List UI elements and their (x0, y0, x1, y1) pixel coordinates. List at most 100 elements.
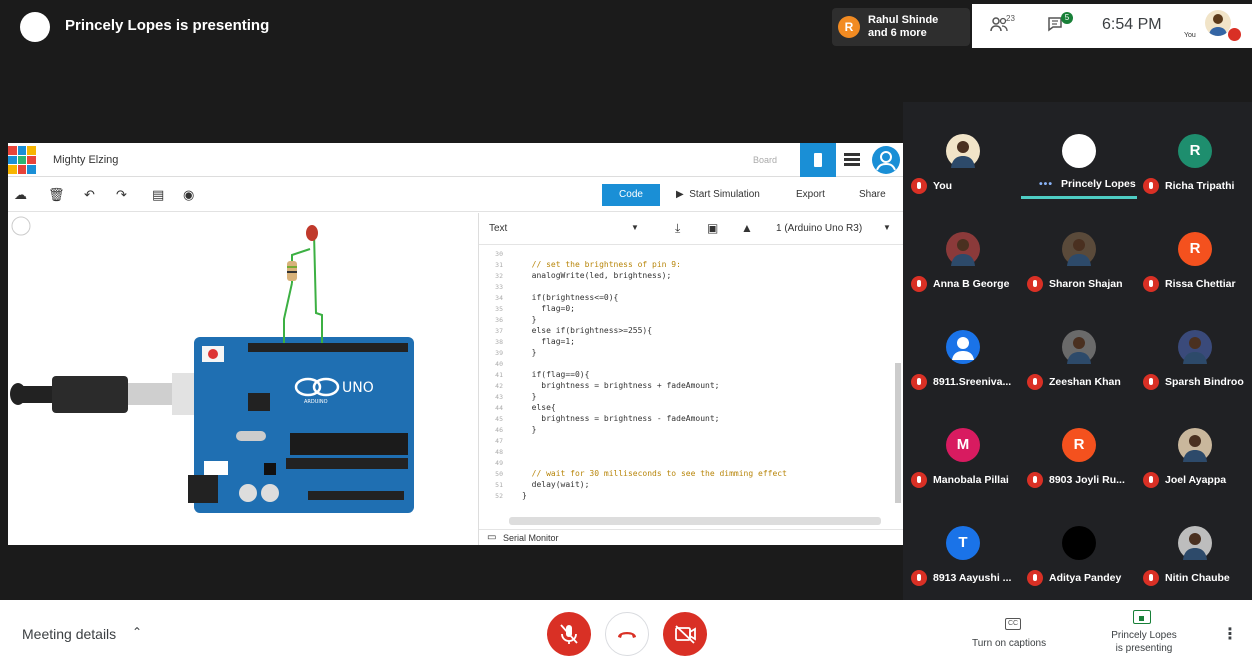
serial-monitor-bar[interactable]: ▭ Serial Monitor (479, 529, 905, 545)
line-number: 49 (495, 459, 503, 467)
share-button[interactable]: Share (859, 189, 886, 200)
line-number: 31 (495, 261, 503, 269)
export-button[interactable]: Export (796, 189, 825, 200)
top-right-bar: R Rahul Shinde and 6 more 23 5 6:54 PM Y… (832, 4, 1252, 48)
line-number: 32 (495, 272, 503, 280)
participant-tile[interactable]: ••• Princely Lopes (1021, 104, 1137, 200)
muted-mic-icon (1143, 276, 1159, 292)
participant-tile[interactable]: Anna B George (905, 202, 1021, 298)
board-label[interactable]: Board (753, 155, 777, 165)
line-number: 52 (495, 492, 503, 500)
hang-up-icon (618, 632, 636, 638)
caret-down-icon[interactable]: ▼ (883, 223, 891, 232)
code-line: if(brightness<=0){ (522, 293, 619, 302)
upload-icon[interactable]: ▣ (707, 221, 718, 235)
line-number: 47 (495, 437, 503, 445)
muted-mic-icon (1027, 472, 1043, 488)
code-button[interactable]: Code (602, 184, 660, 206)
line-number: 33 (495, 283, 503, 291)
participant-name: ••• Princely Lopes (1021, 178, 1137, 190)
participant-tile[interactable]: R Rissa Chettiar (1137, 202, 1252, 298)
participant-tile[interactable]: Aditya Pandey (1021, 496, 1137, 592)
participant-tile[interactable]: T 8913 Aayushi ... (905, 496, 1021, 592)
code-mode-select[interactable]: Text (489, 223, 507, 234)
caret-down-icon[interactable]: ▼ (631, 223, 639, 232)
code-line: analogWrite(led, brightness); (522, 271, 672, 280)
list-view-icon[interactable] (844, 153, 860, 170)
muted-mic-icon (1143, 178, 1159, 194)
notes-icon[interactable]: ▤ (152, 187, 164, 203)
captions-button-label[interactable]: Turn on captions (972, 638, 1046, 649)
participant-avatar: R (1178, 232, 1212, 266)
speaker-name: Rahul Shinde and 6 more (868, 14, 938, 40)
rotate-icon[interactable]: ☁ (14, 187, 27, 203)
participant-tile[interactable]: R 8903 Joyli Ru... (1021, 398, 1137, 494)
participant-name: You (905, 178, 1021, 194)
code-line: } (522, 315, 537, 324)
user-account-icon[interactable] (872, 146, 900, 174)
line-number: 50 (495, 470, 503, 478)
code-line: } (522, 348, 537, 357)
microphone-toggle-button[interactable] (547, 612, 591, 656)
circuit-view-button[interactable] (800, 143, 836, 177)
serial-monitor-label: Serial Monitor (503, 533, 559, 543)
download-icon[interactable]: ⤓ (675, 221, 680, 236)
self-avatar[interactable] (1205, 10, 1231, 36)
debug-icon[interactable]: ▲ (741, 221, 753, 235)
code-line: // wait for 30 milliseconds to see the d… (522, 469, 787, 478)
undo-icon[interactable]: ↶ (84, 187, 95, 203)
participant-tile[interactable]: Nitin Chaube (1137, 496, 1252, 592)
device-select[interactable]: 1 (Arduino Uno R3) (776, 223, 862, 234)
participant-avatar (946, 232, 980, 266)
line-number: 46 (495, 426, 503, 434)
code-text-area[interactable]: 30 31 32 33 34 35 36 37 38 39 40 41 42 43 44 45 46 47 48 49… (479, 246, 895, 508)
participant-name: Manobala Pillai (905, 472, 1021, 488)
visibility-icon[interactable]: ◉ (183, 187, 194, 203)
presenting-status-label[interactable]: Princely Lopes is presenting (1104, 629, 1184, 655)
code-line: flag=1; (522, 337, 575, 346)
board-brand-subtext: ARDUINO (304, 399, 328, 405)
participant-avatar (1062, 330, 1096, 364)
code-editor-header: Text ▼ ⤓ ▣ ▲ 1 (Arduino Uno R3) ▼ (479, 213, 905, 245)
presenting-line2: is presenting (1115, 643, 1173, 654)
participant-tile[interactable]: Sparsh Bindroo (1137, 300, 1252, 396)
participant-name-text: Nitin Chaube (1165, 572, 1230, 584)
active-speaker-chip[interactable]: R Rahul Shinde and 6 more (832, 8, 970, 46)
camera-toggle-button[interactable] (663, 612, 707, 656)
participant-tile[interactable]: Zeeshan Khan (1021, 300, 1137, 396)
participant-tile[interactable]: 8911.Sreeniva... (905, 300, 1021, 396)
more-options-icon[interactable]: ⋮ (1222, 624, 1238, 644)
participant-name: Richa Tripathi (1137, 178, 1252, 194)
start-simulation-button[interactable]: ▶ Start Simulation (676, 189, 760, 200)
horizontal-scrollbar[interactable] (509, 517, 881, 525)
participant-tile[interactable]: R Richa Tripathi (1137, 104, 1252, 200)
circuit-canvas[interactable]: UNO ARDUINO (8, 213, 478, 545)
present-screen-icon[interactable] (1133, 610, 1151, 624)
participant-avatar (946, 134, 980, 168)
meeting-details-button[interactable]: Meeting details (22, 626, 116, 642)
vertical-scrollbar[interactable] (895, 363, 901, 503)
arduino-circuit-drawing: UNO ARDUINO (10, 216, 414, 513)
participant-name-text: Zeeshan Khan (1049, 376, 1121, 388)
board-brand-text: UNO (342, 380, 374, 396)
line-number: 43 (495, 393, 503, 401)
leave-call-button[interactable] (605, 612, 649, 656)
captions-icon[interactable]: CC (1005, 618, 1021, 630)
participant-avatar (1178, 428, 1212, 462)
participant-avatar (1178, 526, 1212, 560)
project-title[interactable]: Mighty Elzing (53, 154, 118, 166)
participant-avatar (1062, 232, 1096, 266)
delete-icon[interactable]: 🗑 (48, 187, 65, 203)
participant-tile[interactable]: Sharon Shajan (1021, 202, 1137, 298)
chevron-up-icon[interactable]: ⌃ (132, 625, 142, 639)
participant-name: Anna B George (905, 276, 1021, 292)
participant-tile[interactable]: Joel Ayappa (1137, 398, 1252, 494)
participant-avatar (1062, 526, 1096, 560)
redo-icon[interactable]: ↷ (116, 187, 127, 203)
tinkercad-toolbar: ☁ 🗑 ↶ ↷ ▤ ◉ Code ▶ Start Simulation Expo… (8, 178, 904, 212)
line-number: 30 (495, 250, 503, 258)
line-number: 42 (495, 382, 503, 390)
code-line: flag=0; (522, 304, 575, 313)
participant-tile[interactable]: M Manobala Pillai (905, 398, 1021, 494)
participant-tile[interactable]: You (905, 104, 1021, 200)
